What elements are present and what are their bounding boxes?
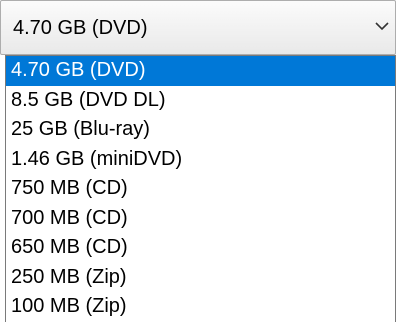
selected-value: 4.70 GB (DVD) — [13, 17, 148, 39]
option-label: 25 GB (Blu-ray) — [11, 118, 150, 140]
option-label: 1.46 GB (miniDVD) — [11, 147, 183, 170]
option-100mb-zip[interactable]: 100 MB (Zip) — [6, 292, 395, 322]
option-label: 8.5 GB (DVD DL) — [11, 88, 166, 111]
option-label: 750 MB (CD) — [11, 177, 128, 199]
option-dvd[interactable]: 4.70 GB (DVD) — [6, 56, 395, 86]
option-dvd-dl[interactable]: 8.5 GB (DVD DL) — [6, 86, 395, 116]
disc-size-select[interactable]: 4.70 GB (DVD) — [0, 0, 396, 55]
option-label: 700 MB (CD) — [11, 206, 128, 229]
dropdown-list: 4.70 GB (DVD) 8.5 GB (DVD DL) 25 GB (Blu… — [5, 55, 396, 322]
option-bluray[interactable]: 25 GB (Blu-ray) — [6, 115, 395, 145]
option-250mb-zip[interactable]: 250 MB (Zip) — [6, 263, 395, 293]
disc-size-dropdown[interactable]: 4.70 GB (DVD) 4.70 GB (DVD) 8.5 GB (DVD … — [0, 0, 396, 322]
option-650mb-cd[interactable]: 650 MB (CD) — [6, 233, 395, 263]
option-label: 4.70 GB (DVD) — [11, 59, 146, 81]
option-label: 100 MB (Zip) — [11, 295, 127, 317]
option-label: 250 MB (Zip) — [11, 265, 127, 288]
option-700mb-cd[interactable]: 700 MB (CD) — [6, 204, 395, 234]
chevron-down-icon[interactable] — [375, 21, 389, 31]
option-label: 650 MB (CD) — [11, 236, 128, 258]
option-minidvd[interactable]: 1.46 GB (miniDVD) — [6, 145, 395, 175]
option-750mb-cd[interactable]: 750 MB (CD) — [6, 174, 395, 204]
